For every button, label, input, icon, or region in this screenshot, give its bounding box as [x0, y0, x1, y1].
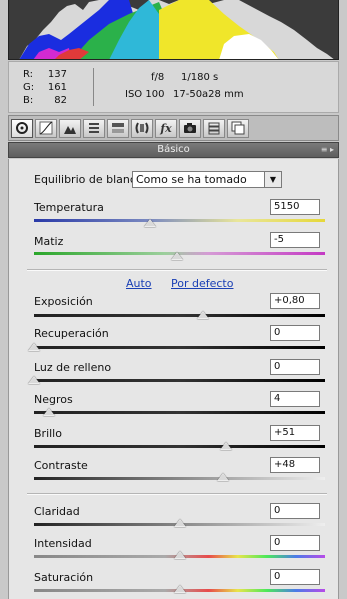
- r-value: 137: [47, 69, 67, 80]
- vibrance-slider-thumb[interactable]: [173, 551, 186, 559]
- b-label: B:: [23, 95, 34, 106]
- section-title: Básico: [157, 144, 190, 155]
- exposure-slider-thumb[interactable]: [196, 311, 209, 319]
- auto-link[interactable]: Auto: [126, 277, 152, 290]
- brightness-slider-thumb[interactable]: [220, 442, 233, 450]
- chevron-down-icon: ▼: [264, 172, 281, 187]
- effects-label: fx: [160, 121, 172, 135]
- brightness-label: Brillo: [34, 427, 62, 440]
- divider: [27, 493, 327, 495]
- contrast-field[interactable]: +48: [270, 457, 320, 473]
- effects-icon[interactable]: fx: [155, 118, 177, 138]
- blacks-track[interactable]: [34, 411, 325, 414]
- fill-light-label: Luz de relleno: [34, 361, 112, 374]
- fill-light-field[interactable]: 0: [270, 359, 320, 375]
- recovery-label: Recuperación: [34, 327, 109, 340]
- snapshots-icon[interactable]: [227, 118, 249, 138]
- presets-icon[interactable]: [203, 118, 225, 138]
- g-value: 161: [47, 82, 67, 93]
- saturation-label: Saturación: [34, 571, 94, 584]
- temperature-label: Temperatura: [34, 201, 104, 214]
- rgb-readout: R: 137 G: 161 B: 82: [23, 68, 67, 107]
- saturation-slider-thumb[interactable]: [173, 585, 186, 593]
- contrast-slider-thumb[interactable]: [217, 473, 230, 481]
- tint-slider-thumb[interactable]: [170, 252, 183, 260]
- recovery-field[interactable]: 0: [270, 325, 320, 341]
- recovery-track[interactable]: [34, 346, 325, 349]
- lens-corrections-icon[interactable]: [131, 118, 153, 138]
- white-balance-select[interactable]: Como se ha tomado ▼: [132, 171, 282, 188]
- clarity-field[interactable]: 0: [270, 503, 320, 519]
- info-separator: [93, 68, 94, 106]
- shutter-speed: 1/180 s: [181, 72, 219, 83]
- tint-field[interactable]: -5: [270, 232, 320, 248]
- aperture: f/8: [151, 72, 165, 83]
- blacks-slider-thumb[interactable]: [42, 408, 55, 416]
- exposure-field[interactable]: +0,80: [270, 293, 320, 309]
- fill-light-slider-thumb[interactable]: [28, 376, 40, 384]
- exposure-label: Exposición: [34, 295, 93, 308]
- tone-curve-icon[interactable]: [35, 118, 57, 138]
- camera-calibration-icon[interactable]: [179, 118, 201, 138]
- brightness-field[interactable]: +51: [270, 425, 320, 441]
- temperature-field[interactable]: 5150: [270, 199, 320, 215]
- hsl-icon[interactable]: [83, 118, 105, 138]
- brightness-track[interactable]: [34, 445, 325, 448]
- basic-tool-icon[interactable]: [11, 118, 33, 138]
- panel-menu-icon[interactable]: ≡ ▸: [321, 143, 334, 157]
- saturation-field[interactable]: 0: [270, 569, 320, 585]
- temperature-track[interactable]: [34, 219, 325, 222]
- recovery-slider-thumb[interactable]: [28, 343, 40, 351]
- info-panel: R: 137 G: 161 B: 82 f/8 1/180 s ISO 100 17-…: [8, 61, 339, 113]
- blacks-field[interactable]: 4: [270, 391, 320, 407]
- vibrance-label: Intensidad: [34, 537, 92, 550]
- contrast-track[interactable]: [34, 477, 325, 480]
- vibrance-field[interactable]: 0: [270, 535, 320, 551]
- fill-light-track[interactable]: [34, 379, 325, 382]
- split-toning-icon[interactable]: [107, 118, 129, 138]
- exposure-track[interactable]: [34, 314, 325, 317]
- white-balance-value: Como se ha tomado: [136, 173, 247, 186]
- panel-toolbar: fx: [8, 115, 339, 141]
- lens: 17-50a28 mm: [173, 89, 244, 100]
- temperature-slider-thumb[interactable]: [144, 219, 157, 227]
- b-value: 82: [54, 95, 67, 106]
- r-label: R:: [23, 69, 34, 80]
- basic-panel: Equilibrio de blancos: Como se ha tomado…: [8, 159, 339, 599]
- tint-label: Matiz: [34, 235, 64, 248]
- detail-icon[interactable]: [59, 118, 81, 138]
- section-header: Básico ≡ ▸: [8, 142, 339, 158]
- default-link[interactable]: Por defecto: [171, 277, 233, 290]
- blacks-label: Negros: [34, 393, 73, 406]
- divider: [27, 269, 327, 271]
- iso: ISO 100: [125, 89, 165, 100]
- clarity-slider-thumb[interactable]: [173, 519, 186, 527]
- clarity-label: Claridad: [34, 505, 80, 518]
- histogram: [8, 0, 339, 60]
- g-label: G:: [23, 82, 35, 93]
- contrast-label: Contraste: [34, 459, 88, 472]
